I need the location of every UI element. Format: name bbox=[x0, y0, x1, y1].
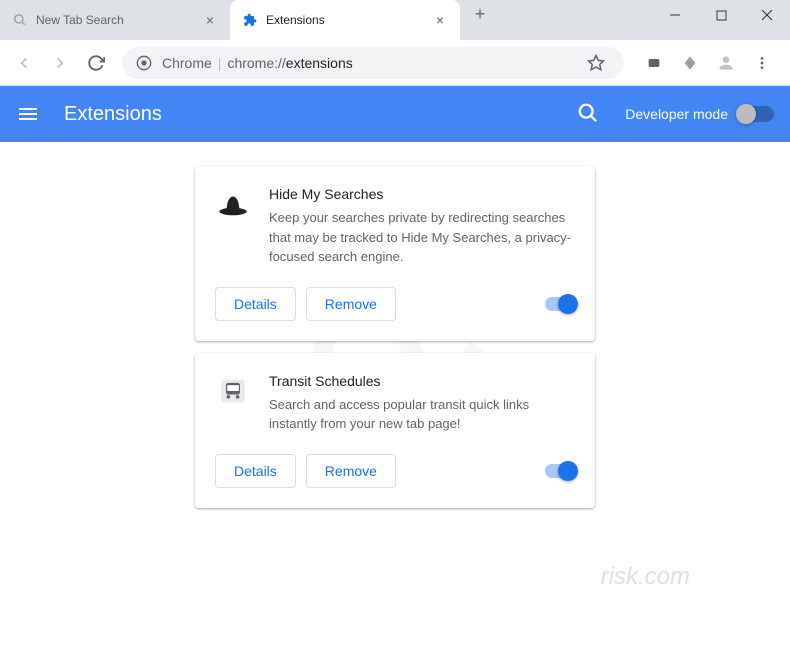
reload-button[interactable] bbox=[80, 47, 112, 79]
menu-icon[interactable] bbox=[748, 49, 776, 77]
extension-card: Hide My Searches Keep your searches priv… bbox=[195, 166, 595, 341]
remove-button[interactable]: Remove bbox=[306, 454, 396, 488]
extension-toggle[interactable] bbox=[545, 464, 575, 478]
puzzle-icon bbox=[242, 12, 258, 28]
close-icon[interactable]: × bbox=[202, 12, 218, 28]
maximize-button[interactable] bbox=[698, 0, 744, 30]
details-button[interactable]: Details bbox=[215, 454, 296, 488]
new-tab-button[interactable]: + bbox=[466, 0, 494, 28]
extension-icon-1[interactable] bbox=[640, 49, 668, 77]
titlebar: New Tab Search × Extensions × + bbox=[0, 0, 790, 40]
hamburger-menu-icon[interactable] bbox=[16, 102, 40, 126]
tab-title: Extensions bbox=[266, 13, 424, 27]
browser-toolbar: Chrome | chrome://extensions bbox=[0, 40, 790, 86]
extension-icon-2[interactable] bbox=[676, 49, 704, 77]
developer-mode-toggle[interactable] bbox=[738, 106, 774, 122]
browser-tabs: New Tab Search × Extensions × + bbox=[0, 0, 494, 40]
minimize-button[interactable] bbox=[652, 0, 698, 30]
back-button[interactable] bbox=[8, 47, 40, 79]
tab-title: New Tab Search bbox=[36, 13, 194, 27]
close-icon[interactable]: × bbox=[432, 12, 448, 28]
hat-icon bbox=[215, 186, 251, 222]
forward-button[interactable] bbox=[44, 47, 76, 79]
tab-extensions[interactable]: Extensions × bbox=[230, 0, 460, 40]
extension-toggle[interactable] bbox=[545, 297, 575, 311]
toolbar-right bbox=[634, 49, 782, 77]
details-button[interactable]: Details bbox=[215, 287, 296, 321]
close-button[interactable] bbox=[744, 0, 790, 30]
extension-name: Transit Schedules bbox=[269, 373, 575, 389]
window-controls bbox=[652, 0, 790, 30]
address-bar[interactable]: Chrome | chrome://extensions bbox=[122, 47, 624, 79]
extension-description: Search and access popular transit quick … bbox=[269, 395, 575, 434]
address-text: Chrome | chrome://extensions bbox=[162, 55, 353, 71]
extensions-header: Extensions Developer mode bbox=[0, 86, 790, 142]
page-title: Extensions bbox=[64, 103, 553, 126]
developer-mode-label: Developer mode bbox=[625, 106, 728, 122]
remove-button[interactable]: Remove bbox=[306, 287, 396, 321]
developer-mode: Developer mode bbox=[625, 106, 774, 122]
bus-icon bbox=[215, 373, 251, 409]
extension-name: Hide My Searches bbox=[269, 186, 575, 202]
extensions-list: Hide My Searches Keep your searches priv… bbox=[0, 142, 790, 532]
search-icon[interactable] bbox=[577, 102, 601, 126]
star-icon[interactable] bbox=[582, 49, 610, 77]
extension-description: Keep your searches private by redirectin… bbox=[269, 208, 575, 267]
search-icon bbox=[12, 12, 28, 28]
chrome-icon bbox=[136, 55, 152, 71]
extension-card: Transit Schedules Search and access popu… bbox=[195, 353, 595, 508]
watermark-url: risk.com bbox=[601, 563, 690, 591]
tab-new-tab-search[interactable]: New Tab Search × bbox=[0, 0, 230, 40]
profile-icon[interactable] bbox=[712, 49, 740, 77]
